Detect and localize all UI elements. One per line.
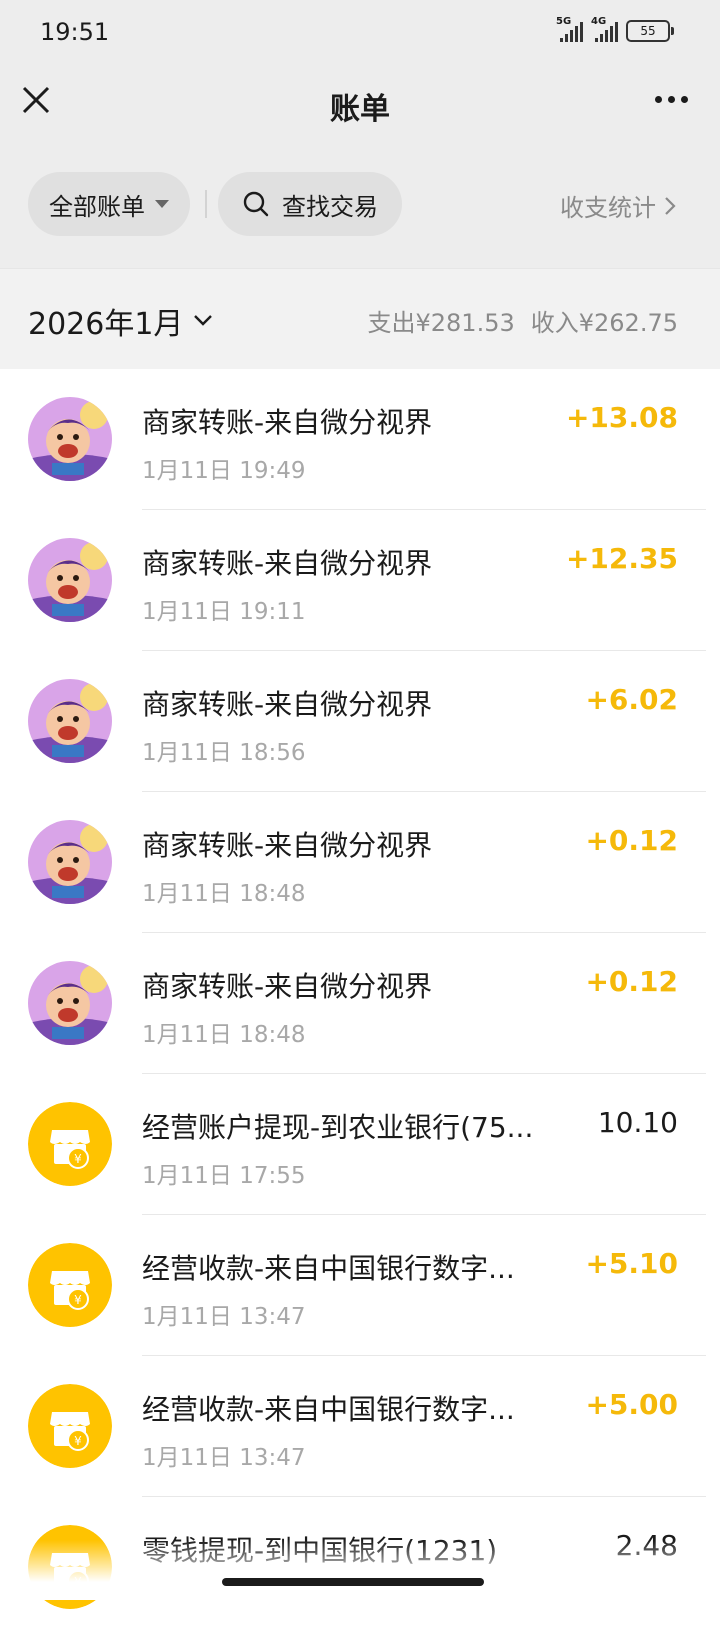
- cartoon-avatar-icon: [28, 397, 112, 481]
- transaction-amount: +12.35: [565, 542, 678, 575]
- chevron-right-icon: [665, 196, 676, 215]
- search-transactions-button[interactable]: 查找交易: [218, 172, 402, 236]
- all-bills-filter[interactable]: 全部账单: [28, 172, 190, 236]
- more-icon[interactable]: [655, 96, 688, 103]
- search-icon: [243, 191, 269, 217]
- expense-total: 支出¥281.53: [367, 309, 515, 337]
- transaction-title: 商家转账-来自微分视界: [142, 547, 433, 580]
- all-bills-label: 全部账单: [49, 192, 145, 221]
- transaction-title: 经营收款-来自中国银行数字...: [142, 1393, 515, 1426]
- signal-4g-icon: 4G: [591, 16, 618, 42]
- battery-icon: 55: [626, 20, 674, 42]
- transaction-row[interactable]: 商家转账-来自微分视界 1月11日 18:48 +0.12: [0, 933, 720, 1074]
- transaction-title: 商家转账-来自微分视界: [142, 829, 433, 862]
- transaction-time: 1月11日 13:47: [142, 1445, 306, 1471]
- transaction-list: 商家转账-来自微分视界 1月11日 19:49 +13.08 商家转账-来自微分视界…: [0, 369, 720, 1638]
- transaction-amount: +0.12: [585, 965, 678, 998]
- nav-bar: 账单: [0, 64, 720, 140]
- transaction-amount: 10.10: [597, 1106, 678, 1139]
- status-bar: 19:51 5G 4G 55: [0, 0, 720, 64]
- transaction-time: 1月11日 13:47: [142, 1304, 306, 1330]
- transaction-amount: +5.00: [585, 1388, 678, 1421]
- transaction-row[interactable]: ¥ 经营收款-来自中国银行数字... 1月11日 13:47 +5.10: [0, 1215, 720, 1356]
- month-selector[interactable]: 2026年1月: [28, 299, 213, 343]
- transaction-time: 1月11日 18:48: [142, 881, 306, 907]
- cartoon-avatar-icon: [28, 820, 112, 904]
- transaction-amount: +0.12: [585, 824, 678, 857]
- month-bar: 2026年1月 支出¥281.53 收入¥262.75: [0, 268, 720, 369]
- transaction-title: 经营账户提现-到农业银行(75...: [142, 1111, 534, 1144]
- month-label: 2026年1月: [28, 307, 184, 342]
- transaction-row[interactable]: 商家转账-来自微分视界 1月11日 18:48 +0.12: [0, 792, 720, 933]
- transaction-title: 商家转账-来自微分视界: [142, 970, 433, 1003]
- transaction-amount: +13.08: [565, 401, 678, 434]
- cartoon-avatar-icon: [28, 961, 112, 1045]
- income-total: 收入¥262.75: [530, 309, 678, 337]
- stats-link[interactable]: 收支统计: [560, 188, 676, 223]
- transaction-row[interactable]: 商家转账-来自微分视界 1月11日 18:56 +6.02: [0, 651, 720, 792]
- transaction-title: 商家转账-来自微分视界: [142, 406, 433, 439]
- shop-yuan-icon: ¥: [28, 1102, 112, 1186]
- search-label: 查找交易: [282, 192, 378, 221]
- transaction-time: 1月11日 19:11: [142, 599, 306, 625]
- page-title: 账单: [330, 92, 390, 127]
- chevron-down-icon: [194, 315, 213, 326]
- transaction-row[interactable]: ¥ 经营账户提现-到农业银行(75... 1月11日 17:55 10.10: [0, 1074, 720, 1215]
- transaction-row[interactable]: 商家转账-来自微分视界 1月11日 19:49 +13.08: [0, 369, 720, 510]
- status-icons: 5G 4G 55: [556, 16, 674, 42]
- caret-down-icon: [155, 200, 169, 208]
- filter-divider: [205, 190, 207, 218]
- cartoon-avatar-icon: [28, 679, 112, 763]
- transaction-time: 1月11日 18:56: [142, 740, 306, 766]
- signal-5g-icon: 5G: [556, 16, 583, 42]
- cartoon-avatar-icon: [28, 538, 112, 622]
- transaction-amount: +5.10: [585, 1247, 678, 1280]
- transaction-title: 经营收款-来自中国银行数字...: [142, 1252, 515, 1285]
- stats-label: 收支统计: [560, 194, 656, 222]
- transaction-title: 商家转账-来自微分视界: [142, 688, 433, 721]
- shop-yuan-icon: ¥: [28, 1243, 112, 1327]
- filter-row: 全部账单 查找交易 收支统计: [0, 172, 720, 236]
- transaction-time: 1月11日 17:55: [142, 1163, 306, 1189]
- status-time: 19:51: [40, 18, 110, 46]
- transaction-time: 1月11日 18:48: [142, 1022, 306, 1048]
- transaction-amount: +6.02: [585, 683, 678, 716]
- top-area: 19:51 5G 4G 55 账单 全部账单 查找交易 收支统计: [0, 0, 720, 268]
- shop-yuan-icon: ¥: [28, 1384, 112, 1468]
- transaction-row[interactable]: 商家转账-来自微分视界 1月11日 19:11 +12.35: [0, 510, 720, 651]
- home-indicator[interactable]: [222, 1578, 484, 1586]
- transaction-row[interactable]: ¥ 经营收款-来自中国银行数字... 1月11日 13:47 +5.00: [0, 1356, 720, 1497]
- svg-text:¥: ¥: [74, 1293, 82, 1307]
- month-summary: 支出¥281.53 收入¥262.75: [368, 303, 679, 338]
- svg-text:¥: ¥: [74, 1152, 82, 1166]
- bottom-fade: [0, 1540, 720, 1600]
- transaction-time: 1月11日 19:49: [142, 458, 306, 484]
- svg-text:¥: ¥: [74, 1434, 82, 1448]
